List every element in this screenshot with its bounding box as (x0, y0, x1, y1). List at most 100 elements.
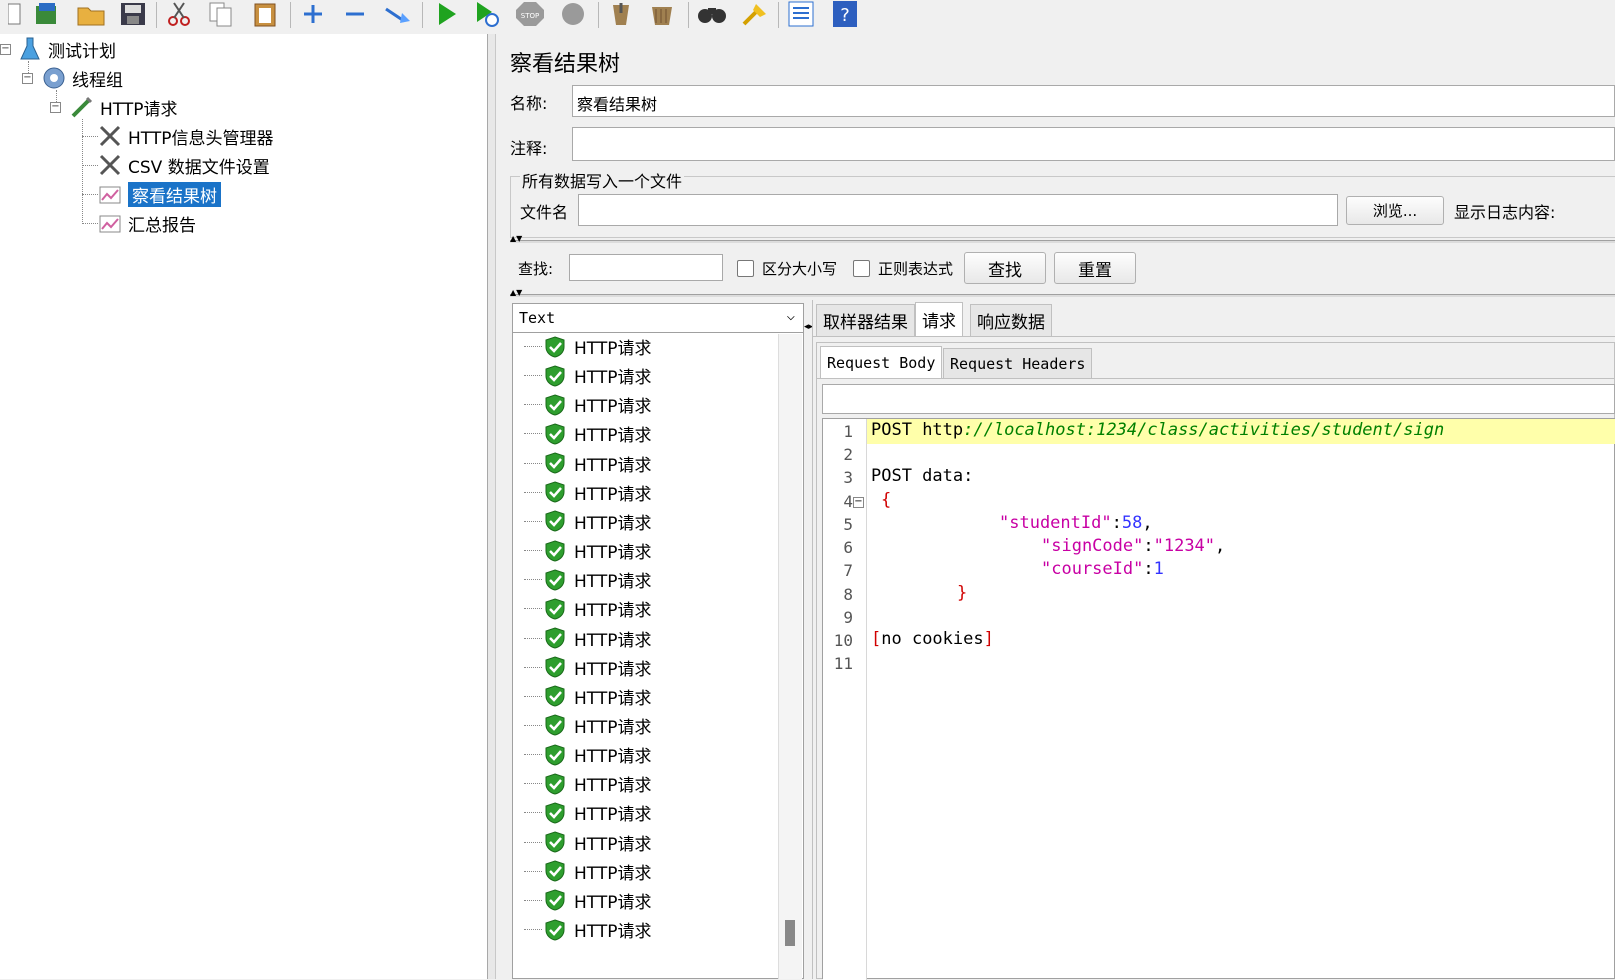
result-item[interactable]: HTTP请求 (524, 478, 652, 507)
url-scheme: http (922, 420, 964, 440)
result-item[interactable]: HTTP请求 (524, 361, 652, 390)
start-icon[interactable] (432, 0, 462, 28)
expand-icon[interactable] (298, 0, 328, 28)
result-item[interactable]: HTTP请求 (524, 624, 652, 653)
result-item-label: HTTP请求 (574, 659, 652, 680)
tab-request-body[interactable]: Request Body (820, 346, 943, 378)
browse-button[interactable]: 浏览... (1346, 196, 1444, 225)
comment-label: 注释: (510, 139, 548, 158)
result-item[interactable]: HTTP请求 (524, 682, 652, 711)
toolbar: STOP ? (0, 0, 1615, 34)
scrollbar-thumb[interactable] (785, 920, 795, 946)
result-item[interactable]: HTTP请求 (524, 828, 652, 857)
start-no-pause-icon[interactable] (472, 0, 502, 28)
case-sensitive-label: 区分大小写 (762, 260, 838, 278)
fold-toggle[interactable]: − (853, 497, 864, 508)
result-item[interactable]: HTTP请求 (524, 390, 652, 419)
copy-icon[interactable] (206, 0, 236, 28)
code-line-8: } (957, 583, 967, 603)
result-item-label: HTTP请求 (574, 630, 652, 651)
shutdown-icon[interactable] (558, 0, 588, 28)
results-scrollbar[interactable] (778, 334, 802, 979)
search-input[interactable] (569, 254, 723, 281)
collapse-toggle[interactable]: − (22, 73, 33, 84)
clear-all-icon[interactable] (648, 0, 678, 28)
toggle-icon[interactable] (382, 0, 412, 28)
open-icon[interactable] (76, 0, 106, 28)
splitter[interactable] (488, 34, 496, 979)
tree-item-csv-data-set[interactable]: CSV 数据文件设置 (98, 151, 270, 179)
regex-checkbox[interactable] (853, 260, 870, 277)
result-item[interactable]: HTTP请求 (524, 419, 652, 448)
function-helper-icon[interactable] (786, 0, 816, 28)
tab-sampler-result[interactable]: 取样器结果 (816, 304, 915, 336)
success-shield-icon (545, 802, 565, 824)
line-number-gutter: 1 2 3 4 − 5 6 7 8 9 10 11 (823, 419, 867, 980)
tree-item-header-manager[interactable]: HTTP信息头管理器 (98, 122, 274, 150)
result-item[interactable]: HTTP请求 (524, 594, 652, 623)
comment-input[interactable] (572, 127, 1615, 161)
cut-icon[interactable] (164, 0, 194, 28)
result-item[interactable]: HTTP请求 (524, 449, 652, 478)
tab-request-headers[interactable]: Request Headers (943, 348, 1093, 378)
search-icon[interactable] (696, 0, 726, 28)
success-shield-icon (545, 889, 565, 911)
tree-item-http-request[interactable]: HTTP请求 (70, 93, 178, 121)
result-item[interactable]: HTTP请求 (524, 711, 652, 740)
name-input[interactable]: 察看结果树 (572, 85, 1615, 117)
result-item[interactable]: HTTP请求 (524, 857, 652, 886)
body-search-field[interactable] (822, 384, 1615, 414)
tree-item-summary-report[interactable]: 汇总报告 (98, 209, 196, 237)
result-item[interactable]: HTTP请求 (524, 507, 652, 536)
tree-item-test-plan[interactable]: 测试计划 (18, 35, 116, 63)
collapse-toggle[interactable]: − (50, 102, 61, 113)
result-item[interactable]: HTTP请求 (524, 798, 652, 827)
tree-item-view-results-tree[interactable]: 察看结果树 (98, 180, 221, 208)
request-body-editor[interactable]: 1 2 3 4 − 5 6 7 8 9 10 11 POST http://lo… (822, 418, 1615, 980)
tree-item-thread-group[interactable]: 线程组 (42, 64, 123, 92)
reset-search-icon[interactable] (740, 0, 770, 28)
renderer-value: Text (519, 309, 556, 327)
reset-button[interactable]: 重置 (1054, 252, 1136, 284)
filename-input[interactable] (578, 194, 1338, 226)
test-plan-tree: − 测试计划 − 线程组 − HTTP请求 HTTP信息头管理器 CSV 数据文… (0, 34, 488, 979)
templates-icon[interactable] (32, 0, 62, 28)
split-arrows-icon[interactable]: ▲▼ (510, 234, 522, 243)
success-shield-icon (545, 510, 565, 532)
result-item[interactable]: HTTP请求 (524, 886, 652, 915)
result-item[interactable]: HTTP请求 (524, 740, 652, 769)
collapse-icon[interactable] (340, 0, 370, 28)
json-key: "courseId" (1041, 559, 1144, 579)
code-line-10: [no cookies] (871, 629, 994, 649)
tab-response-data[interactable]: 响应数据 (970, 304, 1052, 336)
chevron-down-icon: ⌵ (786, 308, 795, 324)
clear-icon[interactable] (606, 0, 636, 28)
open-brace: { (881, 490, 892, 510)
renderer-select[interactable]: Text ⌵ (512, 303, 804, 333)
test-plan-icon (18, 37, 42, 61)
find-button[interactable]: 查找 (964, 252, 1046, 284)
new-icon[interactable] (0, 0, 30, 28)
result-item[interactable]: HTTP请求 (524, 653, 652, 682)
save-icon[interactable] (118, 0, 148, 28)
result-item[interactable]: HTTP请求 (524, 769, 652, 798)
help-icon[interactable]: ? (830, 0, 860, 28)
stop-icon[interactable]: STOP (514, 0, 544, 28)
tree-item-label: HTTP信息头管理器 (128, 128, 274, 149)
divider[interactable] (510, 240, 1615, 243)
case-sensitive-checkbox[interactable] (737, 260, 754, 277)
line-number: 10 (833, 631, 853, 650)
line-number: 3 (843, 468, 853, 487)
paste-icon[interactable] (250, 0, 280, 28)
divider[interactable] (510, 294, 1615, 297)
result-item[interactable]: HTTP请求 (524, 915, 652, 944)
tab-request[interactable]: 请求 (915, 302, 963, 336)
result-item[interactable]: HTTP请求 (524, 332, 652, 361)
split-arrows-icon[interactable]: ▲▼ (510, 288, 522, 297)
result-item[interactable]: HTTP请求 (524, 565, 652, 594)
result-item[interactable]: HTTP请求 (524, 536, 652, 565)
collapse-toggle[interactable]: − (0, 44, 11, 55)
success-shield-icon (545, 540, 565, 562)
code-line-5: "studentId":58, (999, 513, 1153, 533)
close-brace: } (957, 583, 968, 603)
